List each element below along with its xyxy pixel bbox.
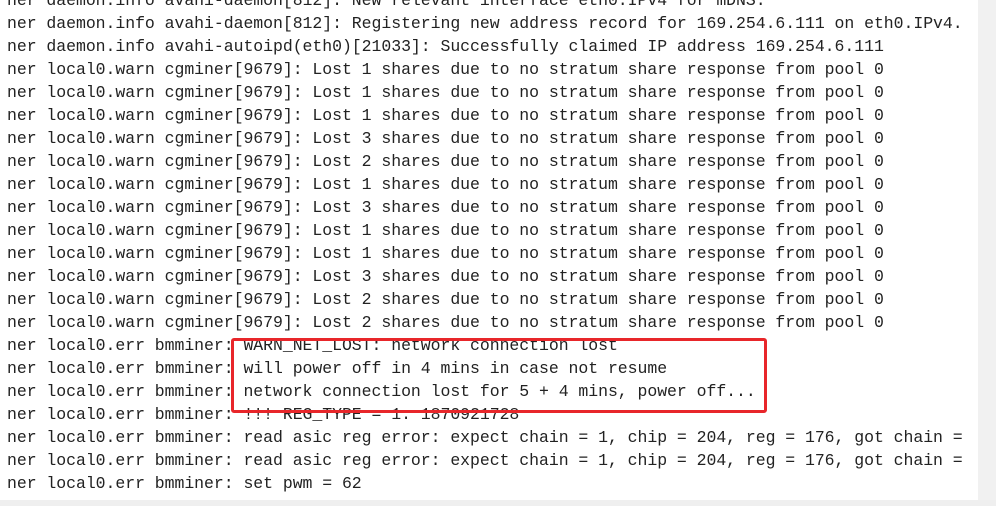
- log-line: ner local0.warn cgminer[9679]: Lost 1 sh…: [7, 221, 884, 240]
- log-line: ner local0.err bmminer: read asic reg er…: [7, 428, 963, 447]
- terminal-log-view: ner daemon.info avahi-daemon[812]: New r…: [0, 0, 978, 500]
- log-line: ner daemon.info avahi-daemon[812]: Regis…: [7, 14, 963, 33]
- log-line: ner local0.warn cgminer[9679]: Lost 2 sh…: [7, 152, 884, 171]
- log-line: ner local0.err bmminer: set pwm = 62: [7, 474, 362, 493]
- log-line: ner local0.warn cgminer[9679]: Lost 1 sh…: [7, 175, 884, 194]
- log-line: ner local0.warn cgminer[9679]: Lost 3 sh…: [7, 129, 884, 148]
- horizontal-scrollbar[interactable]: [0, 500, 996, 506]
- log-line: ner local0.err bmminer: read asic reg er…: [7, 451, 963, 470]
- log-line: ner local0.warn cgminer[9679]: Lost 2 sh…: [7, 313, 884, 332]
- log-line: ner daemon.info avahi-daemon[812]: New r…: [7, 0, 766, 10]
- vertical-scrollbar[interactable]: [978, 0, 996, 500]
- log-line: ner local0.warn cgminer[9679]: Lost 1 sh…: [7, 83, 884, 102]
- log-line: ner local0.warn cgminer[9679]: Lost 3 sh…: [7, 198, 884, 217]
- log-line: ner local0.warn cgminer[9679]: Lost 1 sh…: [7, 244, 884, 263]
- log-line: ner local0.warn cgminer[9679]: Lost 3 sh…: [7, 267, 884, 286]
- log-line: ner local0.warn cgminer[9679]: Lost 1 sh…: [7, 106, 884, 125]
- highlight-box: [231, 338, 767, 413]
- log-lines: ner daemon.info avahi-daemon[812]: New r…: [7, 0, 963, 495]
- log-line: ner local0.warn cgminer[9679]: Lost 2 sh…: [7, 290, 884, 309]
- log-line: ner daemon.info avahi-autoipd(eth0)[2103…: [7, 37, 884, 56]
- log-line: ner local0.warn cgminer[9679]: Lost 1 sh…: [7, 60, 884, 79]
